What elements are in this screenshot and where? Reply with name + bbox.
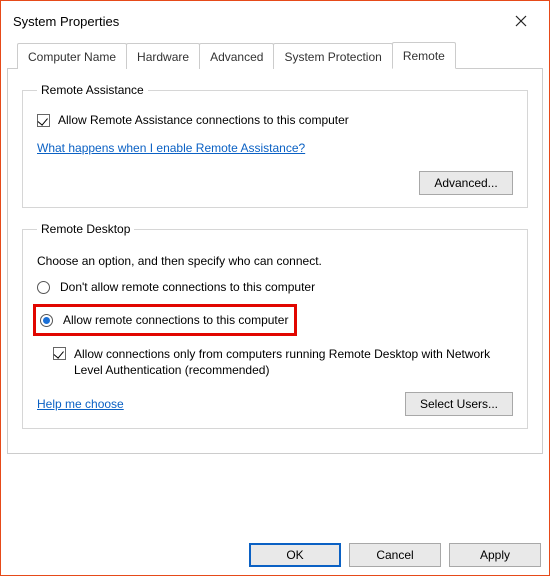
tab-computer-name[interactable]: Computer Name [17,43,127,69]
nla-checkbox[interactable] [53,347,66,360]
apply-button[interactable]: Apply [449,543,541,567]
nla-row[interactable]: Allow connections only from computers ru… [53,346,513,378]
tab-content: Remote Assistance Allow Remote Assistanc… [7,69,543,454]
radio-allow-highlight: Allow remote connections to this compute… [33,304,297,336]
radio-allow[interactable] [40,314,53,327]
remote-assistance-group: Remote Assistance Allow Remote Assistanc… [22,83,528,208]
radio-disallow-row[interactable]: Don't allow remote connections to this c… [37,280,513,294]
window-title: System Properties [13,14,119,29]
tab-hardware[interactable]: Hardware [126,43,200,69]
radio-disallow-label: Don't allow remote connections to this c… [60,280,315,294]
cancel-button[interactable]: Cancel [349,543,441,567]
remote-desktop-legend: Remote Desktop [37,222,134,236]
radio-allow-label: Allow remote connections to this compute… [63,313,288,327]
remote-desktop-instruction: Choose an option, and then specify who c… [37,254,513,268]
ok-button[interactable]: OK [249,543,341,567]
tab-advanced[interactable]: Advanced [199,43,274,69]
nla-label: Allow connections only from computers ru… [74,346,513,378]
title-bar: System Properties [1,1,549,41]
remote-desktop-group: Remote Desktop Choose an option, and the… [22,222,528,429]
dialog-footer: OK Cancel Apply [249,543,541,567]
allow-remote-assistance-checkbox[interactable] [37,114,50,127]
close-icon [515,15,527,27]
remote-desktop-help-link[interactable]: Help me choose [37,397,124,411]
close-button[interactable] [501,9,541,33]
remote-assistance-advanced-button[interactable]: Advanced... [419,171,513,195]
remote-assistance-help-link[interactable]: What happens when I enable Remote Assist… [37,141,305,155]
remote-assistance-legend: Remote Assistance [37,83,148,97]
allow-remote-assistance-label: Allow Remote Assistance connections to t… [58,113,349,127]
radio-disallow[interactable] [37,281,50,294]
tab-strip: Computer Name Hardware Advanced System P… [7,41,543,69]
select-users-button[interactable]: Select Users... [405,392,513,416]
tab-system-protection[interactable]: System Protection [273,43,392,69]
allow-remote-assistance-row[interactable]: Allow Remote Assistance connections to t… [37,113,513,127]
tab-remote[interactable]: Remote [392,42,456,69]
